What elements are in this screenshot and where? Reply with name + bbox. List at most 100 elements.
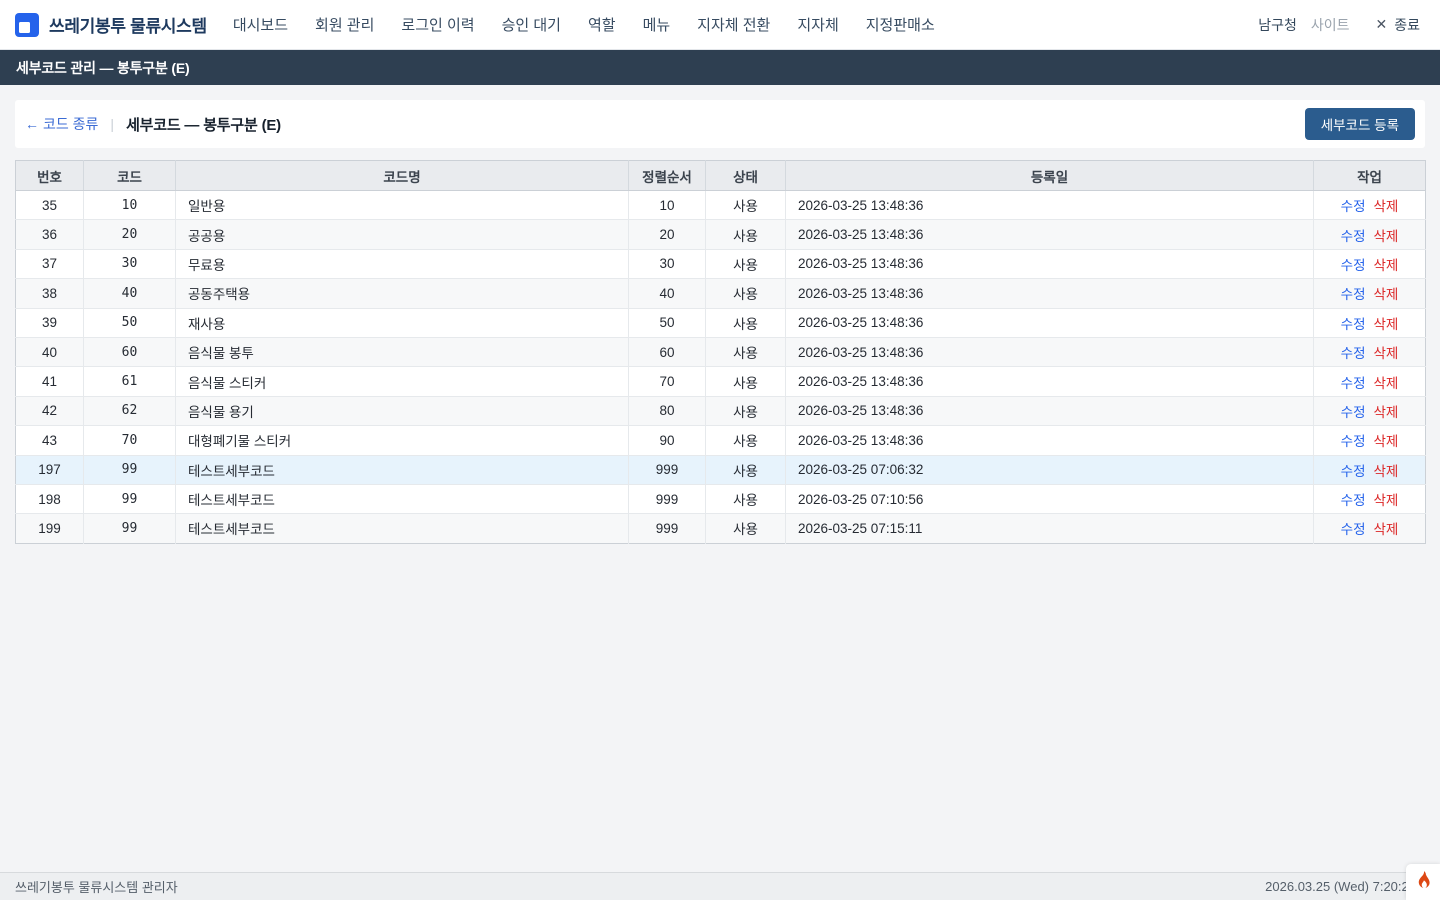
delete-link[interactable]: 삭제 xyxy=(1374,317,1399,332)
nav-item-approval-pending[interactable]: 승인 대기 xyxy=(502,14,561,35)
header-actions: 작업 xyxy=(1314,161,1426,191)
app-title[interactable]: 쓰레기봉투 물류시스템 xyxy=(49,12,207,37)
header-sort-order: 정렬순서 xyxy=(629,161,706,191)
footer-admin-label: 쓰레기봉투 물류시스템 관리자 xyxy=(15,877,178,896)
delete-link[interactable]: 삭제 xyxy=(1374,405,1399,420)
top-navigation-bar: 쓰레기봉투 물류시스템 대시보드 회원 관리 로그인 이력 승인 대기 역할 메… xyxy=(0,0,1440,50)
cell-status: 사용 xyxy=(706,396,786,425)
table-row: 199 99 테스트세부코드 999 사용 2026-03-25 07:15:1… xyxy=(16,514,1426,543)
table-row: 40 60 음식물 봉투 60 사용 2026-03-25 13:48:36 수… xyxy=(16,337,1426,366)
cell-code-name: 음식물 스티커 xyxy=(176,367,629,396)
cell-code: 70 xyxy=(84,426,176,455)
cell-status: 사용 xyxy=(706,426,786,455)
nav-item-municipality-switch[interactable]: 지자체 전환 xyxy=(697,14,770,35)
edit-link[interactable]: 수정 xyxy=(1341,405,1366,420)
header-code: 코드 xyxy=(84,161,176,191)
cell-sort-order: 30 xyxy=(629,249,706,278)
edit-link[interactable]: 수정 xyxy=(1341,376,1366,391)
cell-sort-order: 60 xyxy=(629,337,706,366)
edit-link[interactable]: 수정 xyxy=(1341,229,1366,244)
delete-link[interactable]: 삭제 xyxy=(1374,376,1399,391)
table-row: 43 70 대형폐기물 스티커 90 사용 2026-03-25 13:48:3… xyxy=(16,426,1426,455)
delete-link[interactable]: 삭제 xyxy=(1374,522,1399,537)
header-status: 상태 xyxy=(706,161,786,191)
cell-no: 41 xyxy=(16,367,84,396)
cell-status: 사용 xyxy=(706,191,786,220)
cell-status: 사용 xyxy=(706,367,786,396)
delete-link[interactable]: 삭제 xyxy=(1374,258,1399,273)
main-nav: 대시보드 회원 관리 로그인 이력 승인 대기 역할 메뉴 지자체 전환 지자체… xyxy=(233,14,935,35)
cell-code: 30 xyxy=(84,249,176,278)
delete-link[interactable]: 삭제 xyxy=(1374,464,1399,479)
cell-registered-date: 2026-03-25 13:48:36 xyxy=(786,220,1314,249)
cell-no: 43 xyxy=(16,426,84,455)
table-row: 42 62 음식물 용기 80 사용 2026-03-25 13:48:36 수… xyxy=(16,396,1426,425)
cell-status: 사용 xyxy=(706,279,786,308)
cell-code-name: 재사용 xyxy=(176,308,629,337)
cell-no: 39 xyxy=(16,308,84,337)
delete-link[interactable]: 삭제 xyxy=(1374,199,1399,214)
edit-link[interactable]: 수정 xyxy=(1341,258,1366,273)
cell-actions: 수정 삭제 xyxy=(1314,337,1426,366)
edit-link[interactable]: 수정 xyxy=(1341,434,1366,449)
cell-actions: 수정 삭제 xyxy=(1314,484,1426,513)
footer-datetime: 2026.03.25 (Wed) 7:20:27 xyxy=(1265,879,1416,894)
logout-link[interactable]: ✕ 종료 xyxy=(1376,15,1421,35)
delete-link[interactable]: 삭제 xyxy=(1374,434,1399,449)
org-name: 남구청 xyxy=(1258,15,1297,35)
cell-registered-date: 2026-03-25 07:15:11 xyxy=(786,514,1314,543)
header-no: 번호 xyxy=(16,161,84,191)
back-link-label: 코드 종류 xyxy=(43,116,98,132)
cell-sort-order: 80 xyxy=(629,396,706,425)
table-row: 37 30 무료용 30 사용 2026-03-25 13:48:36 수정삭제 xyxy=(16,249,1426,278)
close-icon: ✕ xyxy=(1376,16,1388,33)
edit-link[interactable]: 수정 xyxy=(1341,287,1366,302)
cell-registered-date: 2026-03-25 13:48:36 xyxy=(786,308,1314,337)
app-logo-icon[interactable] xyxy=(15,13,39,37)
nav-item-municipality[interactable]: 지자체 xyxy=(797,14,838,35)
cell-registered-date: 2026-03-25 07:06:32 xyxy=(786,455,1314,484)
edit-link[interactable]: 수정 xyxy=(1341,199,1366,214)
nav-item-dashboard[interactable]: 대시보드 xyxy=(233,14,288,35)
edit-link[interactable]: 수정 xyxy=(1341,522,1366,537)
nav-item-login-history[interactable]: 로그인 이력 xyxy=(401,14,474,35)
cell-sort-order: 999 xyxy=(629,455,706,484)
cell-code-name: 공공용 xyxy=(176,220,629,249)
register-detail-code-button[interactable]: 세부코드 등록 xyxy=(1305,108,1415,140)
table-row: 38 40 공동주택용 40 사용 2026-03-25 13:48:36 수정… xyxy=(16,279,1426,308)
cell-code-name: 테스트세부코드 xyxy=(176,514,629,543)
nav-item-roles[interactable]: 역할 xyxy=(588,14,616,35)
site-link[interactable]: 사이트 xyxy=(1311,15,1350,35)
cell-actions: 수정 삭제 xyxy=(1314,308,1426,337)
edit-link[interactable]: 수정 xyxy=(1341,317,1366,332)
edit-link[interactable]: 수정 xyxy=(1341,464,1366,479)
logout-label: 종료 xyxy=(1394,15,1420,35)
edit-link[interactable]: 수정 xyxy=(1341,493,1366,508)
delete-link[interactable]: 삭제 xyxy=(1374,229,1399,244)
cell-actions: 수정 삭제 xyxy=(1314,455,1426,484)
delete-link[interactable]: 삭제 xyxy=(1374,346,1399,361)
cell-actions: 수정 삭제 xyxy=(1314,514,1426,543)
nav-item-menus[interactable]: 메뉴 xyxy=(643,14,671,35)
cell-status: 사용 xyxy=(706,514,786,543)
cell-status: 사용 xyxy=(706,455,786,484)
nav-left-group: 쓰레기봉투 물류시스템 대시보드 회원 관리 로그인 이력 승인 대기 역할 메… xyxy=(15,12,935,37)
nav-item-designated-sellers[interactable]: 지정판매소 xyxy=(866,14,935,35)
edit-link[interactable]: 수정 xyxy=(1341,346,1366,361)
cell-no: 197 xyxy=(16,455,84,484)
cell-code-name: 공동주택용 xyxy=(176,279,629,308)
delete-link[interactable]: 삭제 xyxy=(1374,287,1399,302)
cell-code-name: 테스트세부코드 xyxy=(176,455,629,484)
cell-code: 61 xyxy=(84,367,176,396)
cell-no: 37 xyxy=(16,249,84,278)
cell-code-name: 대형폐기물 스티커 xyxy=(176,426,629,455)
detail-code-table: 번호 코드 코드명 정렬순서 상태 등록일 작업 35 10 일반용 10 사용… xyxy=(15,160,1426,544)
cell-code: 10 xyxy=(84,191,176,220)
delete-link[interactable]: 삭제 xyxy=(1374,493,1399,508)
cell-actions: 수정 삭제 xyxy=(1314,279,1426,308)
debug-toolbar-tab[interactable] xyxy=(1406,864,1440,900)
back-to-code-types-link[interactable]: ←코드 종류 xyxy=(25,114,98,134)
cell-code: 99 xyxy=(84,484,176,513)
nav-item-members[interactable]: 회원 관리 xyxy=(315,14,374,35)
cell-sort-order: 90 xyxy=(629,426,706,455)
